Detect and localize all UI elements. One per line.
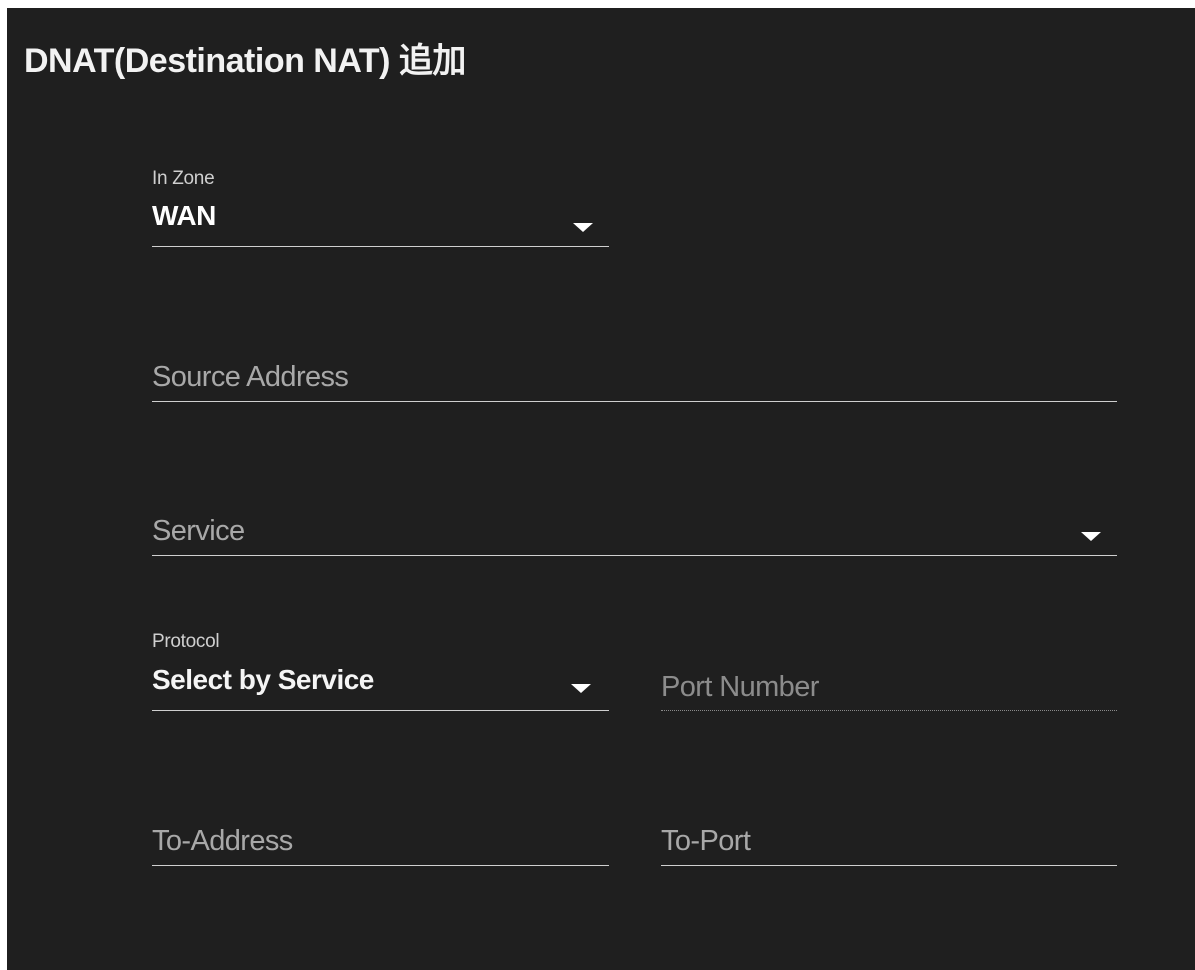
chevron-down-icon bbox=[571, 684, 591, 693]
protocol-value: Select by Service bbox=[152, 664, 374, 695]
source-address-placeholder: Source Address bbox=[152, 361, 349, 393]
chevron-down-icon bbox=[1081, 532, 1101, 541]
port-number-placeholder: Port Number bbox=[661, 671, 819, 703]
in-zone-select[interactable]: In Zone WAN bbox=[152, 166, 609, 247]
source-address-input[interactable]: Source Address bbox=[152, 348, 1117, 402]
service-select[interactable]: Service bbox=[152, 502, 1117, 556]
to-address-input[interactable]: To-Address bbox=[152, 812, 609, 866]
dialog-title: DNAT(Destination NAT) 追加 bbox=[24, 42, 466, 80]
to-port-placeholder: To-Port bbox=[661, 825, 751, 857]
port-number-input[interactable]: Port Number bbox=[661, 658, 1117, 711]
dnat-add-dialog: DNAT(Destination NAT) 追加 In Zone WAN Sou… bbox=[7, 8, 1195, 970]
to-address-placeholder: To-Address bbox=[152, 825, 293, 857]
chevron-down-icon bbox=[573, 223, 593, 232]
service-placeholder: Service bbox=[152, 515, 245, 547]
protocol-select[interactable]: Protocol Select by Service bbox=[152, 630, 609, 711]
in-zone-label: In Zone bbox=[152, 168, 215, 189]
protocol-label: Protocol bbox=[152, 631, 220, 652]
in-zone-value: WAN bbox=[152, 200, 216, 231]
to-port-input[interactable]: To-Port bbox=[661, 812, 1117, 866]
